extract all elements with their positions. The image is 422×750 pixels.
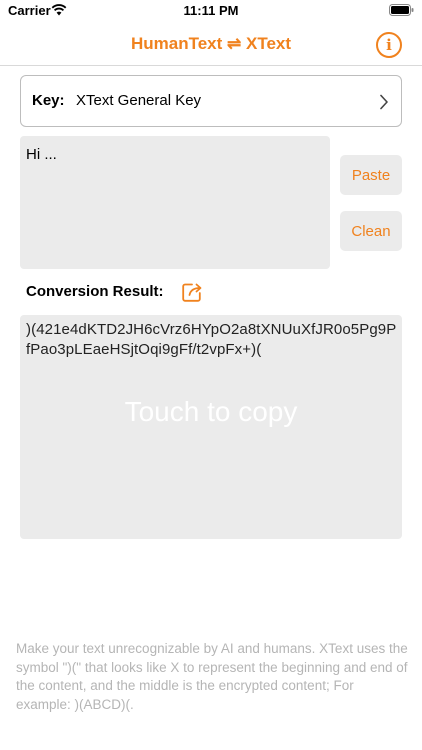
conversion-result-label: Conversion Result:	[26, 283, 164, 300]
touch-to-copy-hint: Touch to copy	[124, 396, 298, 427]
chevron-right-icon	[380, 94, 388, 110]
paste-button[interactable]: Paste	[340, 155, 402, 195]
app-screen: Carrier 11:11 PM HumanText ⇌ XText i Key…	[0, 0, 422, 750]
info-icon[interactable]: i	[376, 32, 402, 58]
key-label: Key:	[32, 92, 65, 109]
key-value: XText General Key	[76, 92, 202, 109]
battery-icon	[389, 4, 414, 16]
page-title: HumanText ⇌ XText	[130, 34, 292, 53]
conversion-result-box[interactable]: )(421e4dKTD2JH6cVrz6HYpO2a8tXNUuXfJR0o5P…	[20, 315, 402, 539]
clock: 11:11 PM	[183, 3, 239, 18]
footer-description: Make your text unrecognizable by AI and …	[16, 641, 408, 712]
share-icon[interactable]	[182, 282, 204, 302]
status-bar: Carrier 11:11 PM	[0, 0, 422, 24]
result-text: )(421e4dKTD2JH6cVrz6HYpO2a8tXNUuXfJR0o5P…	[26, 321, 397, 358]
clean-button[interactable]: Clean	[340, 211, 402, 251]
key-selector[interactable]: Key: XText General Key	[20, 75, 402, 127]
navigation-bar: HumanText ⇌ XText i	[0, 24, 422, 66]
text-input[interactable]: Hi ...	[20, 136, 330, 269]
